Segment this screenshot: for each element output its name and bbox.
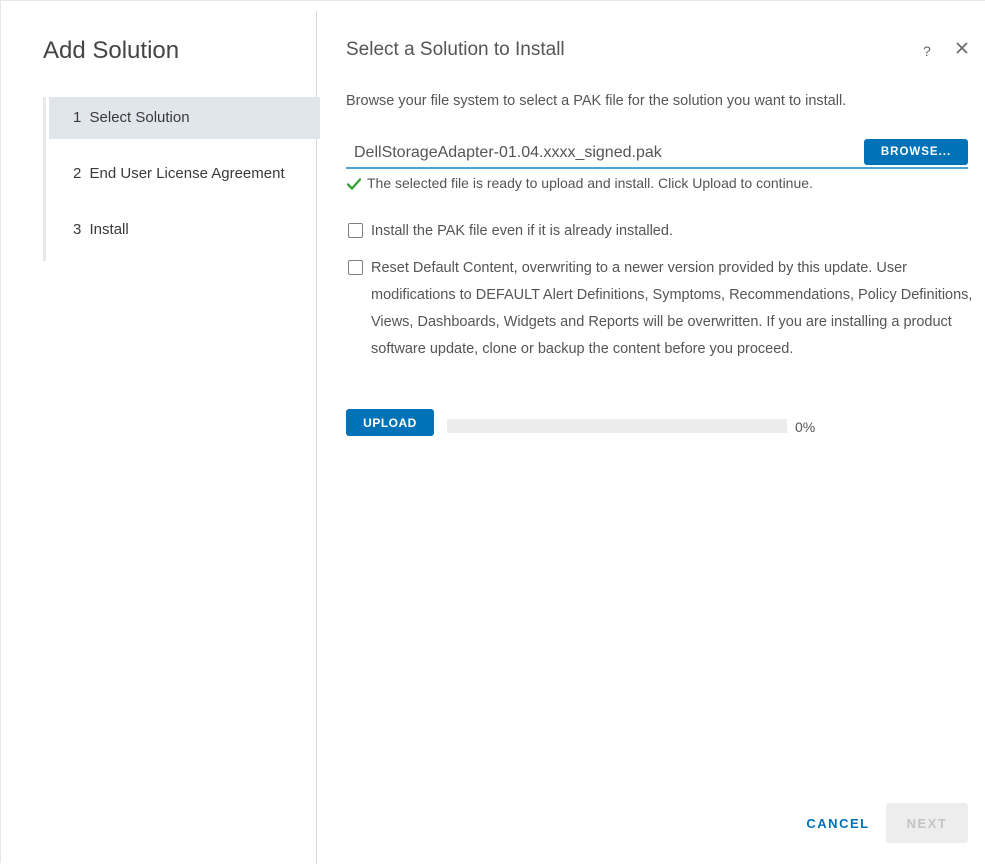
next-button[interactable]: NEXT bbox=[886, 803, 968, 843]
add-solution-dialog: Add Solution 1 Select Solution 2 End Use… bbox=[0, 0, 985, 864]
step-label: Select Solution bbox=[89, 109, 190, 126]
upload-progress-bar bbox=[447, 419, 787, 433]
page-title: Select a Solution to Install bbox=[346, 39, 565, 60]
file-path-input[interactable] bbox=[352, 143, 856, 163]
step-install[interactable]: 3 Install bbox=[49, 209, 320, 251]
step-number: 1 bbox=[73, 109, 82, 126]
option-reset-default-content: Reset Default Content, overwriting to a … bbox=[348, 255, 973, 363]
force-install-checkbox[interactable] bbox=[348, 223, 363, 238]
wizard-steps: 1 Select Solution 2 End User License Agr… bbox=[43, 97, 320, 261]
description-text: Browse your file system to select a PAK … bbox=[346, 93, 847, 109]
force-install-label: Install the PAK file even if it is alrea… bbox=[371, 223, 673, 239]
wizard-nav: Add Solution 1 Select Solution 2 End Use… bbox=[11, 11, 320, 864]
reset-content-label: Reset Default Content, overwriting to a … bbox=[371, 260, 973, 357]
upload-button[interactable]: UPLOAD bbox=[346, 409, 434, 436]
file-status-message: The selected file is ready to upload and… bbox=[346, 175, 813, 193]
help-icon[interactable]: ? bbox=[923, 43, 931, 59]
status-text: The selected file is ready to upload and… bbox=[367, 175, 813, 191]
step-select-solution[interactable]: 1 Select Solution bbox=[49, 97, 320, 139]
file-select-row: BROWSE... bbox=[346, 137, 968, 169]
step-number: 3 bbox=[73, 221, 82, 238]
wizard-title: Add Solution bbox=[43, 37, 180, 64]
reset-content-checkbox[interactable] bbox=[348, 260, 363, 275]
wizard-content: Select a Solution to Install ? Browse yo… bbox=[317, 1, 985, 864]
step-label: Install bbox=[89, 221, 129, 238]
browse-button[interactable]: BROWSE... bbox=[864, 139, 968, 165]
step-label: End User License Agreement bbox=[89, 165, 285, 182]
option-force-install: Install the PAK file even if it is alrea… bbox=[348, 218, 673, 245]
upload-progress-text: 0% bbox=[795, 419, 816, 435]
step-eula[interactable]: 2 End User License Agreement bbox=[49, 153, 320, 195]
close-icon[interactable] bbox=[953, 39, 971, 57]
cancel-button[interactable]: CANCEL bbox=[799, 807, 877, 839]
check-icon bbox=[346, 177, 362, 193]
step-number: 2 bbox=[73, 165, 82, 182]
